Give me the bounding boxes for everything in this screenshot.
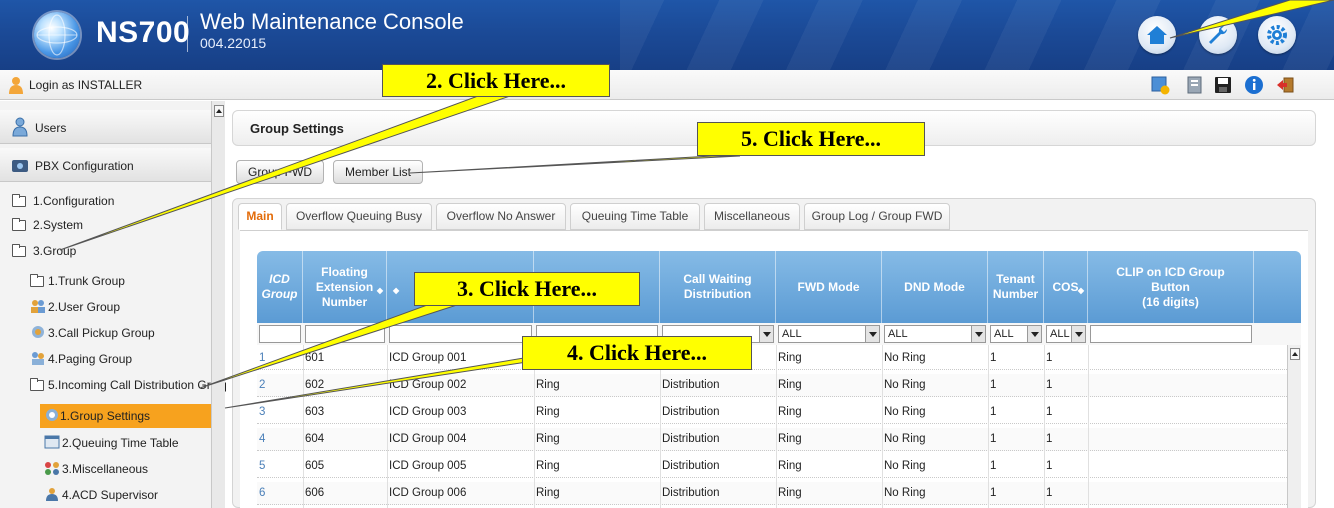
callout-pointer-1 [1169,0,1334,39]
callout-pointers [59,0,1334,409]
callout-pointer-5 [409,155,741,174]
callout-click-here-4: 4. Click Here... [522,336,752,370]
callout-pointer-2 [59,95,511,251]
callout-click-here-2: 2. Click Here... [382,64,610,97]
callout-click-here-5: 5. Click Here... [697,122,925,156]
callout-click-here-3: 3. Click Here... [414,272,640,306]
callout-pointer-4 [224,356,561,409]
